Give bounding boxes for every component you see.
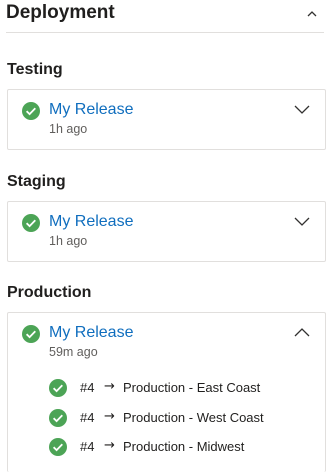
success-check-icon: [22, 214, 40, 232]
success-check-icon: [49, 409, 67, 427]
run-number: #4: [80, 380, 95, 395]
environment-row-midwest[interactable]: #4 → Production - Midwest: [49, 437, 319, 457]
deployment-header: Deployment: [6, 0, 324, 33]
run-number: #4: [80, 410, 95, 425]
success-check-icon: [22, 102, 40, 120]
chevron-down-icon[interactable]: [293, 102, 311, 116]
release-link[interactable]: My Release: [49, 213, 133, 231]
chevron-down-icon[interactable]: [293, 214, 311, 228]
release-time: 1h ago: [49, 234, 88, 248]
environment-name: Production - West Coast: [123, 410, 264, 425]
success-check-icon: [49, 379, 67, 397]
release-time: 59m ago: [49, 345, 98, 359]
release-link[interactable]: My Release: [49, 101, 133, 119]
page-title: Deployment: [6, 2, 115, 23]
environment-name: Production - East Coast: [123, 380, 261, 395]
stage-title-staging: Staging: [7, 173, 66, 190]
release-card-testing: My Release 1h ago: [7, 89, 326, 150]
environment-row-east-coast[interactable]: #4 → Production - East Coast: [49, 378, 319, 398]
release-card-production: My Release 59m ago #4 → Production - Eas…: [7, 312, 326, 472]
success-check-icon: [49, 438, 67, 456]
run-number: #4: [80, 439, 95, 454]
stage-title-production: Production: [7, 284, 92, 301]
chevron-up-icon[interactable]: [304, 6, 320, 22]
release-link[interactable]: My Release: [49, 324, 133, 342]
release-time: 1h ago: [49, 122, 88, 136]
arrow-right-icon: →: [104, 409, 115, 424]
arrow-right-icon: →: [104, 438, 115, 453]
stage-title-testing: Testing: [7, 61, 63, 78]
environment-row-west-coast[interactable]: #4 → Production - West Coast: [49, 408, 319, 428]
chevron-up-icon[interactable]: [293, 325, 311, 339]
arrow-right-icon: →: [104, 379, 115, 394]
environment-name: Production - Midwest: [123, 439, 245, 454]
release-card-staging: My Release 1h ago: [7, 201, 326, 262]
success-check-icon: [22, 325, 40, 343]
